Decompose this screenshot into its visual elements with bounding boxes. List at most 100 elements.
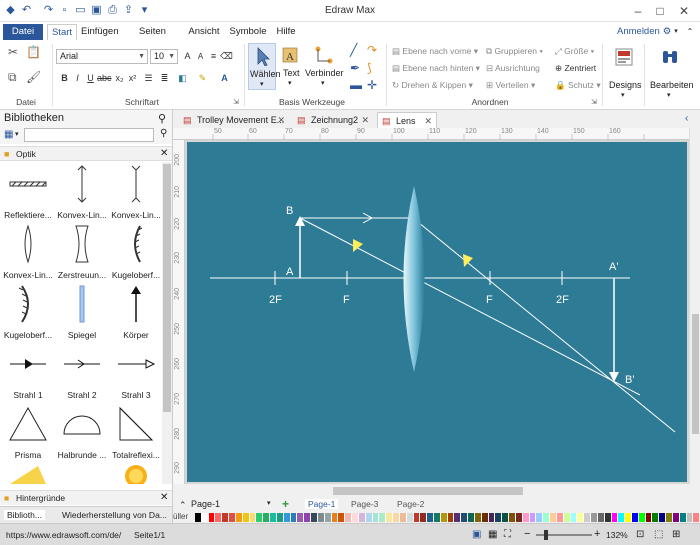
palette-swatch[interactable] <box>427 513 434 522</box>
font-name-select[interactable]: Arial ▼ <box>56 49 148 64</box>
palette-swatch[interactable] <box>331 513 339 522</box>
palette-swatch[interactable] <box>420 513 428 522</box>
palette-swatch[interactable] <box>645 513 653 522</box>
dialog-launcher-icon[interactable]: ⇲ <box>591 98 597 106</box>
crosshair-tool-icon[interactable]: ✛ <box>367 78 377 92</box>
palette-swatch[interactable] <box>536 513 544 522</box>
designs-button[interactable]: Designs ▾ <box>606 43 642 105</box>
shape-convex-lens-3[interactable]: Konvex-Lin... <box>2 222 54 280</box>
palette-swatch[interactable] <box>625 513 632 522</box>
close-icon[interactable]: ✕ <box>160 492 168 503</box>
palette-swatch[interactable] <box>208 513 216 522</box>
maximize-icon[interactable]: □ <box>652 3 668 19</box>
palette-swatch[interactable] <box>638 513 646 522</box>
library-search-input[interactable] <box>24 128 154 142</box>
palette-swatch[interactable] <box>352 513 359 522</box>
group-button[interactable]: ⧉ Gruppieren ▾ <box>486 46 543 57</box>
tab-einfuegen[interactable]: Einfügen <box>81 24 119 40</box>
palette-swatch[interactable] <box>440 513 448 522</box>
palette-swatch[interactable] <box>522 513 530 522</box>
ribbon-collapse-icon[interactable]: ⌃ <box>684 24 696 40</box>
protect-button[interactable]: 🔒 Schutz ▾ <box>555 80 601 91</box>
palette-swatch[interactable] <box>543 513 551 522</box>
fit-width-icon[interactable]: ⬚ <box>654 529 663 540</box>
doc-tab-trolley[interactable]: ▤ Trolley Movement E... ✕ <box>179 112 289 128</box>
edit-button[interactable]: Bearbeiten ▾ <box>647 43 694 105</box>
strikethrough-icon[interactable]: abc <box>97 72 112 85</box>
fill-color-icon[interactable]: ◧ <box>176 72 189 85</box>
horizontal-scroll-thumb[interactable] <box>333 487 523 495</box>
palette-swatch[interactable] <box>324 513 332 522</box>
settings-dropdown-icon[interactable]: ▾ <box>672 24 680 40</box>
current-page-select[interactable]: Page-1 <box>191 499 220 509</box>
page-tab-2[interactable]: Page-2 <box>397 499 424 509</box>
palette-swatch[interactable] <box>686 513 694 522</box>
bold-icon[interactable]: B <box>58 72 71 85</box>
shape-mirror[interactable]: Spiegel <box>56 282 108 340</box>
library-scrollbar[interactable] <box>162 162 172 484</box>
fit-page-icon[interactable]: ⊡ <box>636 529 644 540</box>
rectangle-tool-icon[interactable]: ▬ <box>350 78 362 92</box>
doc-tab-lens[interactable]: ▤ Lens ✕ <box>377 112 437 128</box>
palette-swatch[interactable] <box>249 513 257 522</box>
palette-swatch[interactable] <box>591 513 598 522</box>
highlight-color-icon[interactable]: ✎ <box>196 72 209 85</box>
arc-tool-icon[interactable]: ↷ <box>367 43 377 57</box>
palette-swatch[interactable] <box>652 513 660 522</box>
close-window-icon[interactable]: ✕ <box>676 3 692 19</box>
close-icon[interactable]: ✕ <box>277 112 285 128</box>
tab-seiten-layout[interactable]: Seiten Layout <box>125 24 180 53</box>
search-icon[interactable]: ⚲ <box>160 128 167 139</box>
library-search-icon[interactable]: ⚲ <box>158 112 166 125</box>
shape-semicircle[interactable]: Halbrunde ... <box>56 402 108 460</box>
page-tab-1[interactable]: Page-1 <box>305 499 339 509</box>
shape-light-beam[interactable] <box>8 462 48 484</box>
shape-ray-2[interactable]: Strahl 2 <box>56 342 108 400</box>
connector-tool-button[interactable]: Verbinder ▾ <box>304 43 344 90</box>
chevron-left-icon[interactable]: ‹ <box>685 113 688 124</box>
shape-bulb[interactable] <box>116 462 156 484</box>
palette-swatch[interactable] <box>447 513 455 522</box>
palette-swatch[interactable] <box>577 513 585 522</box>
palette-swatch[interactable] <box>679 513 687 522</box>
shape-total-reflection[interactable]: Totalreflexi... <box>110 402 162 460</box>
distribute-button[interactable]: ⊞ Verteilen ▾ <box>486 80 535 91</box>
align-left-icon[interactable]: ≡ <box>207 50 220 63</box>
palette-swatch[interactable] <box>693 513 700 522</box>
palette-swatch[interactable] <box>399 513 407 522</box>
copy-icon[interactable]: ⧉ <box>8 70 17 85</box>
palette-swatch[interactable] <box>201 513 209 522</box>
palette-swatch[interactable] <box>454 513 462 522</box>
palette-swatch[interactable] <box>515 513 523 522</box>
palette-swatch[interactable] <box>345 513 353 522</box>
palette-swatch[interactable] <box>215 513 223 522</box>
bring-forward-button[interactable]: ▤ Ebene nach vorne ▾ <box>392 46 478 57</box>
palette-swatch[interactable] <box>556 513 564 522</box>
tab-file-recovery[interactable]: Wiederherstellung von Da... <box>62 510 167 520</box>
shape-ray-3[interactable]: Strahl 3 <box>110 342 162 400</box>
chevron-up-icon[interactable]: ⌃ <box>179 500 187 511</box>
tab-ansicht[interactable]: Ansicht <box>187 24 221 40</box>
select-tool-button[interactable]: Wählen ▾ <box>248 43 281 90</box>
palette-swatch[interactable] <box>283 513 291 522</box>
palette-swatch[interactable] <box>242 513 250 522</box>
tab-libraries[interactable]: Biblioth... <box>4 510 45 520</box>
palette-swatch[interactable] <box>304 513 312 522</box>
page-tab-3[interactable]: Page-3 <box>351 499 378 509</box>
palette-swatch[interactable] <box>597 513 605 522</box>
palette-swatch[interactable] <box>632 513 639 522</box>
format-painter-icon[interactable]: 🖌 <box>26 70 41 84</box>
palette-swatch[interactable] <box>379 513 387 522</box>
palette-swatch[interactable] <box>263 513 271 522</box>
palette-swatch[interactable] <box>338 513 346 522</box>
paste-icon[interactable]: 📋 <box>26 45 41 59</box>
shape-spherical-surface-2[interactable]: Kugeloberf... <box>2 282 54 340</box>
close-icon[interactable]: ✕ <box>424 113 432 129</box>
zoom-out-icon[interactable]: − <box>524 528 530 540</box>
palette-swatch[interactable] <box>570 513 578 522</box>
palette-swatch[interactable] <box>604 513 612 522</box>
palette-swatch[interactable] <box>672 513 680 522</box>
tab-symbole[interactable]: Symbole <box>229 24 267 40</box>
palette-swatch[interactable] <box>222 513 230 522</box>
window-view-icon[interactable]: ⊞ <box>672 529 680 540</box>
